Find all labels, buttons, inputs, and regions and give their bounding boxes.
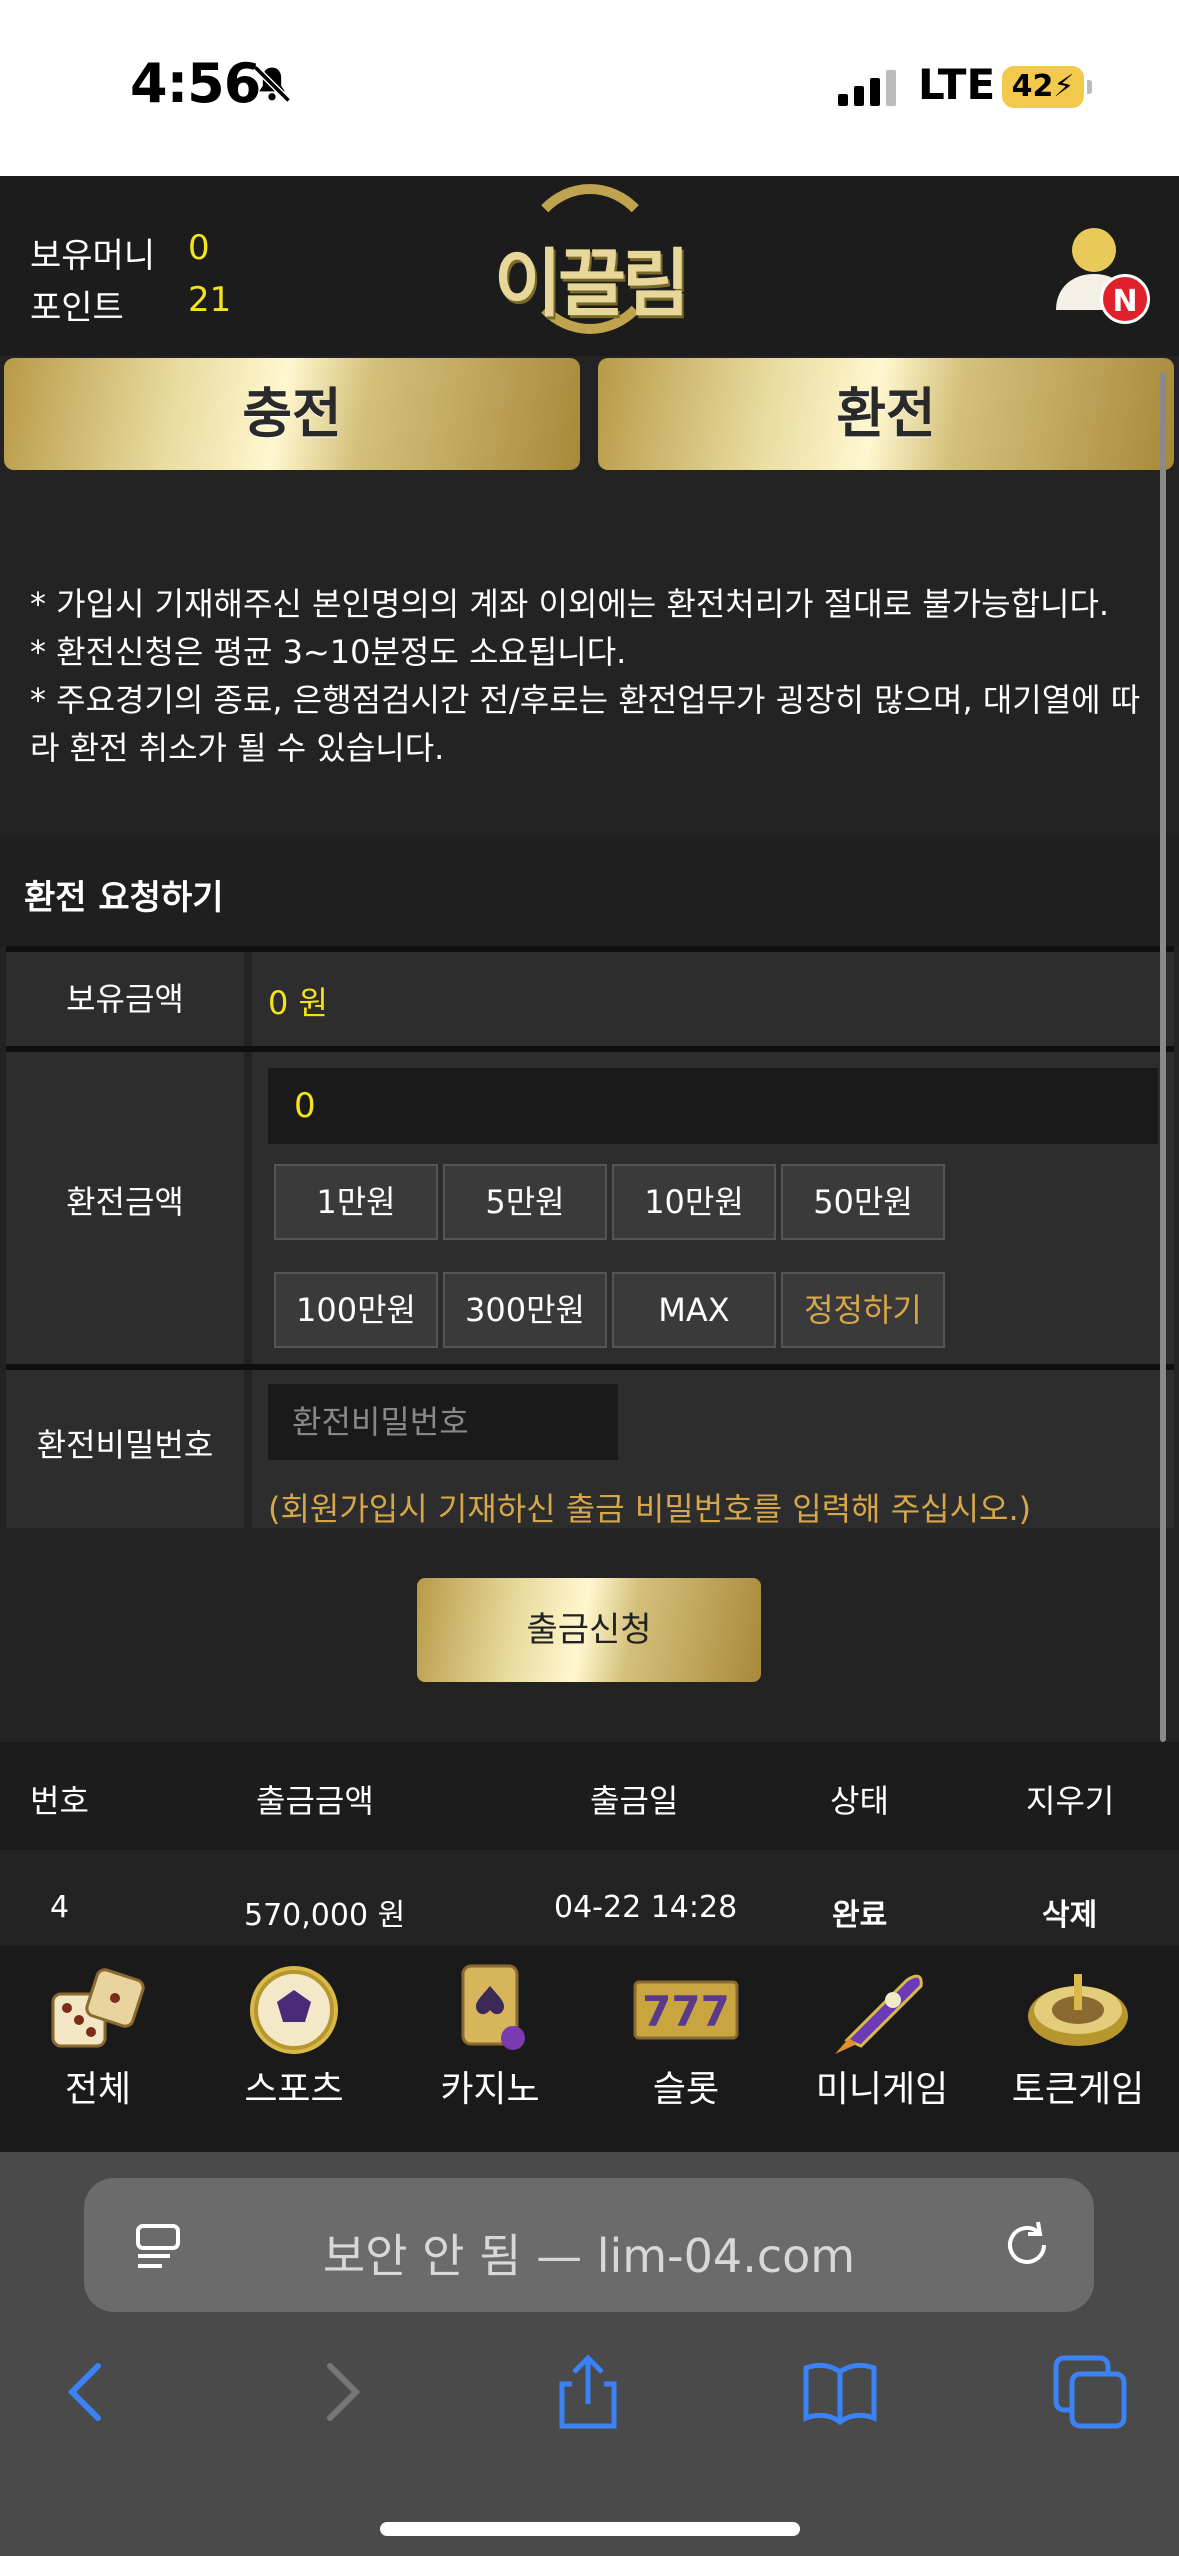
- forward-icon[interactable]: [300, 2352, 380, 2432]
- signal-icon: [838, 70, 896, 106]
- notice-line: * 주요경기의 종료, 은행점검시간 전/후로는 환전업무가 굉장히 많으며, …: [30, 681, 1141, 767]
- amount-button-10k[interactable]: 1만원: [274, 1164, 438, 1240]
- nav-item-sports[interactable]: 스포츠: [196, 1946, 392, 2152]
- column-header-delete: 지우기: [1026, 1782, 1115, 1820]
- home-indicator: [380, 2522, 800, 2536]
- page-scrollbar[interactable]: [1160, 372, 1166, 1742]
- withdraw-amount-row: 환전금액 0 1만원 5만원 10만원 50만원 100만원 300만원 MAX…: [6, 1046, 1174, 1364]
- notice-line: * 가입시 기재해주신 본인명의의 계좌 이외에는 환전처리가 절대로 불가능합…: [30, 585, 1110, 623]
- address-bar[interactable]: 보안 안 됨 — lim-04.com: [84, 2178, 1094, 2312]
- amount-button-max[interactable]: MAX: [612, 1272, 776, 1348]
- svg-text:777: 777: [642, 1987, 730, 2036]
- nav-label: 미니게임: [815, 2069, 949, 2110]
- points-value: 21: [188, 280, 232, 320]
- held-amount-value: 0 원: [268, 984, 328, 1022]
- column-header-amount: 출금금액: [256, 1782, 374, 1820]
- logo-text: 이끌림: [493, 241, 690, 327]
- row-number: 4: [50, 1890, 70, 1925]
- held-amount-row: 보유금액 0 원: [6, 946, 1174, 1046]
- network-type: LTE: [918, 60, 996, 109]
- tab-deposit[interactable]: 충전: [4, 358, 580, 470]
- notice-line: * 환전신청은 평균 3~10분정도 소요됩니다.: [30, 633, 627, 671]
- row-amount: 570,000 원: [244, 1898, 406, 1933]
- battery-icon: 42⚡: [1002, 66, 1092, 108]
- held-amount-cell: 0 원: [252, 952, 1174, 1046]
- bell-muted-icon: [253, 65, 291, 103]
- row-delete-button[interactable]: 삭제: [1042, 1890, 1097, 1934]
- nav-label: 토큰게임: [1011, 2069, 1145, 2110]
- withdraw-amount-input[interactable]: 0: [268, 1068, 1158, 1144]
- reload-icon[interactable]: [1000, 2218, 1054, 2272]
- nav-label: 전체: [64, 2069, 132, 2110]
- notification-badge[interactable]: N: [1100, 274, 1150, 324]
- nav-label: 카지노: [440, 2069, 540, 2110]
- share-icon[interactable]: [548, 2352, 628, 2432]
- site-header: 보유머니 0 포인트 21 이끌림 N: [0, 176, 1179, 356]
- history-table-header: 번호 출금금액 출금일 상태 지우기: [0, 1742, 1179, 1850]
- slot-777-icon: 777: [633, 1980, 739, 2040]
- nav-item-token-game[interactable]: 토큰게임: [980, 1946, 1176, 2152]
- browser-toolbar: 보안 안 됨 — lim-04.com: [0, 2152, 1179, 2556]
- withdraw-password-row: 환전비밀번호 환전비밀번호 (회원가입시 기재하신 출금 비밀번호를 입력해 주…: [6, 1364, 1174, 1528]
- status-bar: 4:56 LTE 42⚡: [0, 0, 1179, 176]
- nav-item-all[interactable]: 전체: [0, 1946, 196, 2152]
- row-status: 완료: [832, 1898, 888, 1933]
- table-row: 4 570,000 원 04-22 14:28 완료 삭제: [0, 1850, 1179, 1946]
- site-logo[interactable]: 이끌림: [484, 184, 696, 344]
- amount-button-500k[interactable]: 50만원: [781, 1164, 945, 1240]
- withdraw-submit-button[interactable]: 출금신청: [417, 1578, 761, 1682]
- withdraw-notice: * 가입시 기재해주신 본인명의의 계좌 이외에는 환전처리가 절대로 불가능합…: [30, 580, 1160, 772]
- withdraw-amount-label: 환전금액: [6, 1052, 244, 1364]
- balance-label: 보유머니: [30, 236, 156, 276]
- nav-label: 스포츠: [244, 2069, 344, 2110]
- roulette-icon: [1028, 1974, 1128, 2046]
- soccer-ball-icon: [250, 1966, 338, 2054]
- held-amount-label: 보유금액: [6, 952, 244, 1046]
- points-label: 포인트: [30, 288, 124, 328]
- withdraw-password-label: 환전비밀번호: [6, 1370, 244, 1528]
- column-header-status: 상태: [830, 1782, 889, 1820]
- amount-button-100k[interactable]: 10만원: [612, 1164, 776, 1240]
- amount-reset-button[interactable]: 정정하기: [781, 1272, 945, 1348]
- withdraw-password-input[interactable]: 환전비밀번호: [268, 1384, 618, 1460]
- amount-button-50k[interactable]: 5만원: [443, 1164, 607, 1240]
- withdraw-amount-cell: 0 1만원 5만원 10만원 50만원 100만원 300만원 MAX 정정하기: [252, 1052, 1174, 1364]
- tabs-icon[interactable]: [1050, 2352, 1130, 2432]
- amount-button-1m[interactable]: 100만원: [274, 1272, 438, 1348]
- nav-item-slot[interactable]: 777 슬롯: [588, 1946, 784, 2152]
- withdraw-password-cell: 환전비밀번호 (회원가입시 기재하신 출금 비밀번호를 입력해 주십시오.): [252, 1370, 1174, 1528]
- rocket-icon: [835, 1974, 923, 2054]
- withdraw-request-section: 환전 요청하기: [0, 836, 1179, 946]
- back-icon[interactable]: [48, 2352, 128, 2432]
- password-hint: (회원가입시 기재하신 출금 비밀번호를 입력해 주십시오.): [268, 1490, 1032, 1528]
- url-text[interactable]: 보안 안 됨 — lim-04.com: [84, 2220, 1094, 2286]
- nav-item-casino[interactable]: 카지노: [392, 1946, 588, 2152]
- battery-level: 42: [1011, 69, 1054, 104]
- playing-card-icon: [461, 1964, 525, 2050]
- tab-withdraw[interactable]: 환전: [598, 358, 1174, 470]
- column-header-number: 번호: [30, 1782, 89, 1820]
- nav-item-minigame[interactable]: 미니게임: [784, 1946, 980, 2152]
- dice-icon: [51, 1968, 145, 2048]
- status-time: 4:56: [130, 52, 261, 115]
- amount-button-3m[interactable]: 300만원: [443, 1272, 607, 1348]
- balance-value: 0: [188, 228, 210, 268]
- bookmarks-icon[interactable]: [800, 2352, 880, 2432]
- row-date: 04-22 14:28: [554, 1890, 738, 1925]
- nav-label: 슬롯: [652, 2069, 720, 2110]
- game-category-nav: 전체 스포츠 카지노 777 슬롯 미니게임 토큰게임: [0, 1946, 1179, 2152]
- section-title: 환전 요청하기: [24, 878, 224, 918]
- column-header-date: 출금일: [590, 1782, 679, 1820]
